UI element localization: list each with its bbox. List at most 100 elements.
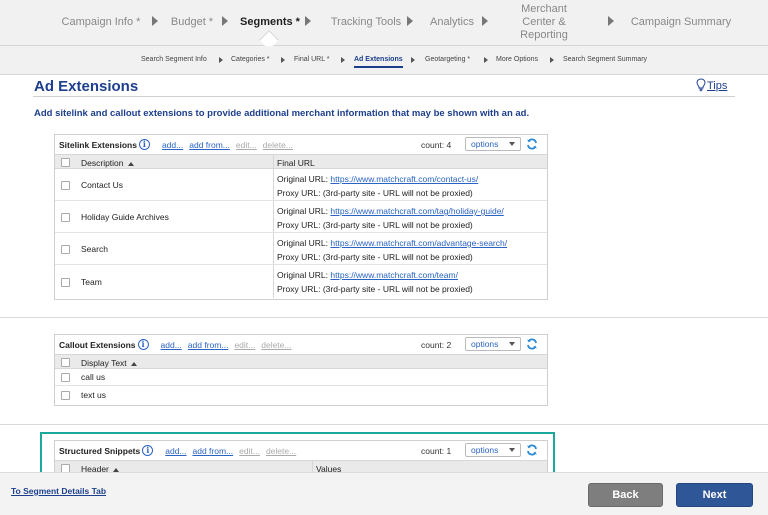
proxy-url-text: (3rd-party site - URL will not be proxie… [322,252,473,262]
refresh-icon[interactable] [526,138,538,150]
sitelink-extensions-panel: Sitelink Extensions i add... add from...… [54,134,548,300]
select-all-checkbox[interactable] [61,358,70,367]
sort-ascending-icon [127,161,134,166]
next-button[interactable]: Next [676,483,753,507]
callout-column-header: Display Text [55,354,547,369]
tips-label[interactable]: Tips [707,80,727,92]
row-description: Holiday Guide Archives [81,211,169,222]
column-description[interactable]: Description [81,158,134,168]
sitelink-options-dropdown[interactable]: options [465,137,521,151]
row-checkbox[interactable] [61,244,70,254]
list-item: call us [55,369,547,386]
wizard-step-analytics[interactable]: Analytics [424,0,480,44]
chevron-right-icon [152,16,158,26]
chevron-right-icon [281,57,285,63]
callout-add-link[interactable]: add... [161,340,182,350]
info-icon[interactable]: i [138,139,150,150]
column-divider [273,169,274,200]
row-final-url: Original URL: https://www.matchcraft.com… [277,174,479,198]
column-divider [273,155,274,168]
callout-delete-link: delete... [261,339,292,350]
row-final-url: Original URL: https://www.matchcraft.com… [277,238,508,262]
column-divider [273,265,274,298]
column-divider [273,233,274,264]
table-row: Team Original URL: https://www.matchcraf… [55,265,547,298]
proxy-url-text: (3rd-party site - URL will not be proxie… [322,188,473,198]
callout-edit-link: edit... [234,339,256,350]
wizard-step-campaign-summary[interactable]: Campaign Summary [630,0,732,44]
row-checkbox[interactable] [61,212,70,222]
table-row: Contact Us Original URL: https://www.mat… [55,169,547,201]
sitelink-count: count: 4 [421,140,452,150]
substep-search-segment-info[interactable]: Search Segment Info [141,56,207,63]
original-url-link[interactable]: https://www.matchcraft.com/tag/holiday-g… [330,206,503,216]
wizard-step-merchant-center[interactable]: Merchant Center & Reporting [504,0,584,44]
wizard-step-tracking-tools[interactable]: Tracking Tools [326,0,406,44]
substep-more-options[interactable]: More Options [496,56,538,63]
wizard-steps: Campaign Info * Budget * Segments * Trac… [0,0,768,50]
section-divider [0,424,768,425]
row-checkbox[interactable] [61,277,70,287]
row-checkbox[interactable] [61,180,70,190]
chevron-right-icon [219,57,223,63]
list-item: text us [55,386,547,403]
chevron-right-icon [550,57,554,63]
substep-categories[interactable]: Categories * [231,56,270,63]
table-row: Holiday Guide Archives Original URL: htt… [55,201,547,233]
chevron-right-icon [482,16,488,26]
tips-link[interactable]: Tips [696,78,727,92]
dropdown-caret-icon [509,342,515,346]
callout-panel-header: Callout Extensions i add... add from... … [55,335,547,354]
column-display-text[interactable]: Display Text [81,358,137,368]
callout-options-dropdown[interactable]: options [465,337,521,351]
callout-count: count: 2 [421,340,452,350]
options-label: options [471,339,499,349]
original-url-link[interactable]: https://www.matchcraft.com/team/ [330,270,458,280]
sitelink-add-from-link[interactable]: add from... [189,140,230,150]
row-final-url: Original URL: https://www.matchcraft.com… [277,206,504,230]
column-final-url[interactable]: Final URL [277,158,315,168]
substep-search-segment-summary[interactable]: Search Segment Summary [563,56,647,63]
sitelink-edit-link: edit... [235,139,257,150]
sub-steps: Search Segment Info Categories * Final U… [0,46,768,75]
original-url-link[interactable]: https://www.matchcraft.com/contact-us/ [330,174,478,184]
options-label: options [471,139,499,149]
page-title: Ad Extensions [34,78,139,95]
select-all-checkbox[interactable] [61,158,70,167]
callout-panel-title: Callout Extensions [59,339,136,350]
wizard-step-campaign-info[interactable]: Campaign Info * [52,0,150,44]
callout-text: call us [81,372,106,382]
chevron-right-icon [411,57,415,63]
row-checkbox[interactable] [61,390,70,400]
sitelink-add-link[interactable]: add... [162,140,183,150]
page-subtitle: Add sitelink and callout extensions to p… [34,108,530,119]
callout-add-from-link[interactable]: add from... [188,340,229,350]
row-final-url: Original URL: https://www.matchcraft.com… [277,270,473,294]
chevron-right-icon [608,16,614,26]
substep-ad-extensions[interactable]: Ad Extensions [354,56,403,68]
proxy-url-text: (3rd-party site - URL will not be proxie… [322,284,473,294]
lightbulb-icon [696,78,706,92]
row-description: Team [81,276,102,287]
sitelink-panel-header: Sitelink Extensions i add... add from...… [55,135,547,154]
sitelink-column-header: Description Final URL [55,154,547,169]
sort-ascending-icon [130,361,137,366]
wizard-step-budget[interactable]: Budget * [162,0,222,44]
chevron-right-icon [305,16,311,26]
to-segment-details-link[interactable]: To Segment Details Tab [11,486,106,496]
row-checkbox[interactable] [61,373,70,382]
row-description: Contact Us [81,179,124,190]
original-url-link[interactable]: https://www.matchcraft.com/advantage-sea… [330,238,507,248]
substep-geotargeting[interactable]: Geotargeting * [425,56,470,63]
refresh-icon[interactable] [526,338,538,350]
callout-extensions-panel: Callout Extensions i add... add from... … [54,334,548,406]
chevron-right-icon [222,16,228,26]
substep-final-url[interactable]: Final URL * [294,56,330,63]
chevron-right-icon [484,57,488,63]
row-description: Search [81,243,108,254]
back-button[interactable]: Back [588,483,663,507]
title-divider [33,96,735,97]
table-row: Search Original URL: https://www.matchcr… [55,233,547,265]
info-icon[interactable]: i [137,339,149,350]
dropdown-caret-icon [509,142,515,146]
